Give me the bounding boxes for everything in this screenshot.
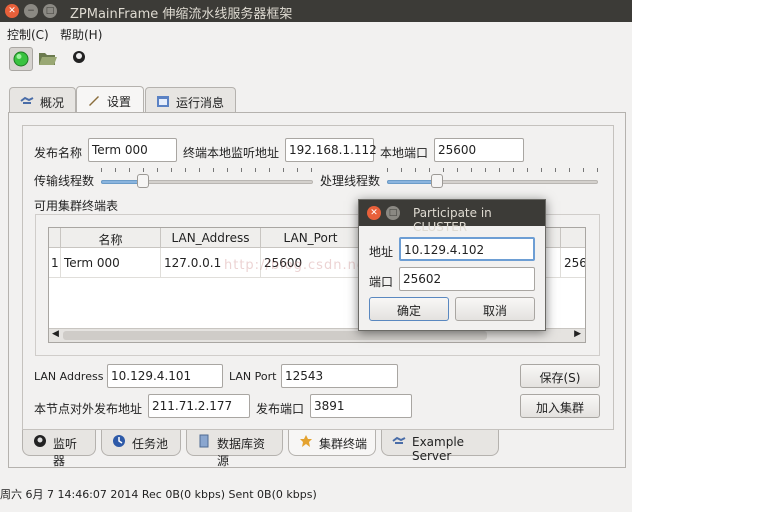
listen-address-field[interactable]: 192.168.1.112	[285, 138, 377, 162]
status-bar-text: 周六 6月 7 14:46:07 2014 Rec 0B(0 kbps) Sen…	[0, 488, 317, 501]
tab-example-server[interactable]: Example Server	[381, 430, 499, 463]
folder-open-icon[interactable]	[36, 47, 60, 71]
row-index: 1	[49, 248, 61, 278]
transfer-threads-label: 传输线程数	[34, 174, 95, 188]
tab-task-pool[interactable]: 任务池	[101, 430, 181, 456]
tab-label: 任务池	[132, 437, 169, 451]
cancel-button[interactable]: 取消	[455, 297, 535, 321]
tab-label: 集群终端	[319, 437, 368, 451]
scroll-left-icon[interactable]: ◀	[52, 329, 59, 339]
maximize-icon[interactable]: □	[43, 4, 57, 18]
status-green-icon[interactable]	[9, 47, 33, 71]
slider-fill	[387, 180, 437, 184]
lan-port-field[interactable]: 12543	[281, 364, 398, 388]
handshake-icon	[392, 434, 406, 448]
transfer-threads-slider[interactable]	[101, 168, 313, 190]
slider-thumb[interactable]	[137, 174, 149, 188]
participate-dialog: ✕ □ Participate in CLUSTER 地址 10.129.4.1…	[358, 199, 546, 331]
dialog-port-field[interactable]: 25602	[399, 267, 535, 291]
dialog-port-label: 端口	[369, 275, 394, 289]
scroll-right-icon[interactable]: ▶	[574, 329, 581, 339]
title-bar: ✕ − □ ZPMainFrame 伸缩流水线服务器框架	[0, 0, 632, 22]
public-address-label: 本节点对外发布地址	[34, 402, 143, 416]
public-port-label: 发布端口	[256, 402, 305, 416]
calendar-icon	[156, 94, 170, 108]
listener-icon	[33, 434, 47, 448]
lan-port-label: LAN Port	[229, 370, 277, 383]
tab-database[interactable]: 数据库资源	[186, 430, 283, 468]
user-icon[interactable]	[68, 47, 92, 71]
dialog-address-label: 地址	[369, 245, 394, 259]
column-header-lan-address[interactable]: LAN_Address	[161, 228, 261, 248]
listen-address-label: 终端本地监听地址	[183, 146, 280, 160]
publish-name-field[interactable]: Term 000	[88, 138, 177, 162]
lan-address-label: LAN Address	[34, 370, 104, 383]
table-cell-extra[interactable]: 256	[561, 248, 585, 278]
lan-address-field[interactable]: 10.129.4.101	[107, 364, 223, 388]
tab-label: 概况	[40, 96, 65, 110]
task-pool-icon	[112, 434, 126, 448]
tab-settings[interactable]: 设置	[76, 86, 144, 114]
tab-listener[interactable]: 监听器	[22, 430, 96, 468]
cluster-table-label: 可用集群终端表	[34, 199, 119, 213]
brush-icon	[87, 93, 101, 107]
local-port-field[interactable]: 25600	[434, 138, 524, 162]
maximize-icon[interactable]: □	[386, 206, 400, 220]
slider-thumb[interactable]	[431, 174, 443, 188]
process-threads-label: 处理线程数	[320, 174, 381, 188]
tab-label: 设置	[107, 95, 132, 109]
cluster-icon	[299, 434, 313, 448]
window-title: ZPMainFrame 伸缩流水线服务器框架	[70, 7, 293, 22]
close-icon[interactable]: ✕	[5, 4, 19, 18]
tab-run-messages[interactable]: 运行消息	[145, 87, 236, 113]
column-header-name[interactable]: 名称	[61, 228, 161, 248]
table-corner	[49, 228, 61, 248]
database-icon	[197, 434, 211, 448]
slider-ticks	[387, 168, 598, 172]
menu-control[interactable]: 控制(C)	[7, 26, 49, 43]
dialog-title-bar: ✕ □ Participate in CLUSTER	[359, 200, 545, 234]
tab-overview[interactable]: 概况	[9, 87, 76, 113]
dialog-address-field[interactable]: 10.129.4.102	[399, 237, 535, 261]
join-cluster-button[interactable]: 加入集群	[520, 394, 600, 418]
scrollbar-thumb[interactable]	[63, 331, 487, 340]
tab-label: 运行消息	[176, 96, 225, 110]
publish-name-label: 发布名称	[34, 146, 83, 160]
save-button[interactable]: 保存(S)	[520, 364, 600, 388]
toolbar	[0, 44, 632, 74]
table-cell-name[interactable]: Term 000	[61, 248, 161, 278]
menu-help[interactable]: 帮助(H)	[60, 26, 102, 43]
dialog-title: Participate in CLUSTER	[413, 206, 492, 234]
local-port-label: 本地端口	[380, 146, 429, 160]
menu-bar: 控制(C) 帮助(H)	[0, 22, 632, 44]
column-header-extra[interactable]	[561, 228, 585, 248]
public-port-field[interactable]: 3891	[310, 394, 412, 418]
close-icon[interactable]: ✕	[367, 206, 381, 220]
column-header-lan-port[interactable]: LAN_Port	[261, 228, 361, 248]
ok-button[interactable]: 确定	[369, 297, 449, 321]
process-threads-slider[interactable]	[387, 168, 598, 190]
tab-cluster-terminal[interactable]: 集群终端	[288, 430, 376, 456]
public-address-field[interactable]: 211.71.2.177	[148, 394, 250, 418]
slider-ticks	[101, 168, 313, 172]
minimize-icon[interactable]: −	[24, 4, 38, 18]
handshake-icon	[20, 94, 34, 108]
